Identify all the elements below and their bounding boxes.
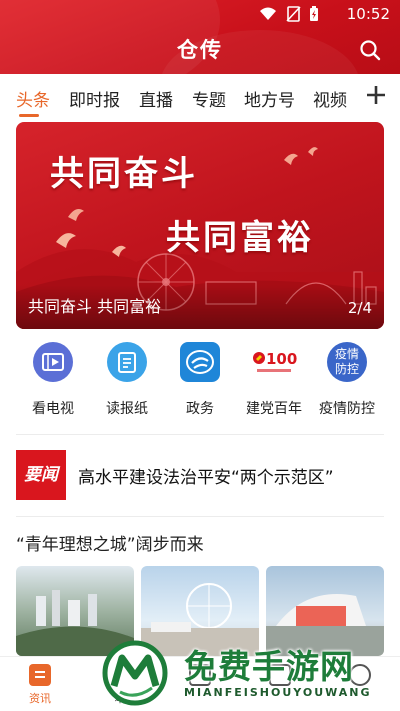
watermark-subtext: MIANFEISHOUYOUWANG [184,686,372,699]
quick-entry-label: 看电视 [32,401,74,417]
channel-tabs: 头条 即时报 直播 专题 地方号 视频 [0,80,400,118]
news-icon [29,664,51,686]
banner-page-indicator: 2/4 [347,299,372,317]
quick-entry-grid: 看电视 读报纸 政务 100 建党百年 疫情防控 疫情防控 [0,342,400,422]
quick-entry-label: 读报纸 [106,401,148,417]
wifi-icon [260,7,276,20]
key-news-badge: 要闻 [16,450,66,500]
hero-banner[interactable]: 共同奋斗 共同富裕 共同奋斗 共同富裕 2/4 [16,122,384,329]
status-time: 10:52 [346,5,390,23]
tab-instant-news[interactable]: 即时报 [69,86,120,111]
status-icons [260,6,318,22]
quick-entry-epidemic-control[interactable]: 疫情防控 疫情防控 [309,342,385,418]
tab-topics[interactable]: 专题 [192,86,226,111]
add-channel-icon[interactable] [364,83,388,107]
newspaper-icon [107,342,147,382]
epidemic-control-icon: 疫情防控 [327,342,367,382]
quick-entry-party-centenary[interactable]: 100 建党百年 [236,342,312,418]
banner-headline-line1: 共同奋斗 [50,154,198,194]
app-title: 仓传 [177,37,223,62]
watermark-text: 免费手游网 [184,647,354,686]
watermark-logo-icon [102,640,168,706]
app-screen: 10:52 仓传 头条 即时报 直播 专题 地方号 视频 共同奋斗 共同富裕 共… [0,0,400,711]
tab-local-accounts[interactable]: 地方号 [244,86,295,111]
active-tab-indicator [19,114,39,117]
tab-live[interactable]: 直播 [139,86,173,111]
quick-entry-read-newspaper[interactable]: 读报纸 [89,342,165,418]
section-title: “青年理想之城”阔步而来 [16,535,204,555]
key-news-item[interactable]: 要闻 高水平建设法治平安“两个示范区” [16,450,384,500]
banner-headline-line2: 共同富裕 [166,218,314,258]
status-bar: 10:52 [0,0,400,28]
tv-icon [33,342,73,382]
tab-video[interactable]: 视频 [313,86,347,111]
quick-entry-label: 疫情防控 [319,401,375,417]
tab-headline[interactable]: 头条 [16,86,50,111]
quick-entry-government-affairs[interactable]: 政务 [162,342,238,418]
search-icon[interactable] [358,38,382,62]
divider [16,434,384,435]
key-news-title: 高水平建设法治平安“两个示范区” [78,468,334,488]
quick-entry-watch-tv[interactable]: 看电视 [15,342,91,418]
centenary-logo-text: 100 [266,350,297,368]
watermark: 免费手游网 MIANFEISHOUYOUWANG [100,636,400,711]
quick-entry-label: 政务 [186,401,214,417]
nav-item-news[interactable]: 资讯 [10,664,70,706]
nav-label: 资讯 [29,692,51,705]
party-centenary-icon: 100 [251,342,297,382]
app-header: 10:52 仓传 [0,0,400,74]
divider [16,516,384,517]
government-icon [180,342,220,382]
quick-entry-label: 建党百年 [246,401,302,417]
banner-caption: 共同奋斗 共同富裕 [28,297,162,316]
epidemic-icon-text: 疫情防控 [334,347,359,376]
